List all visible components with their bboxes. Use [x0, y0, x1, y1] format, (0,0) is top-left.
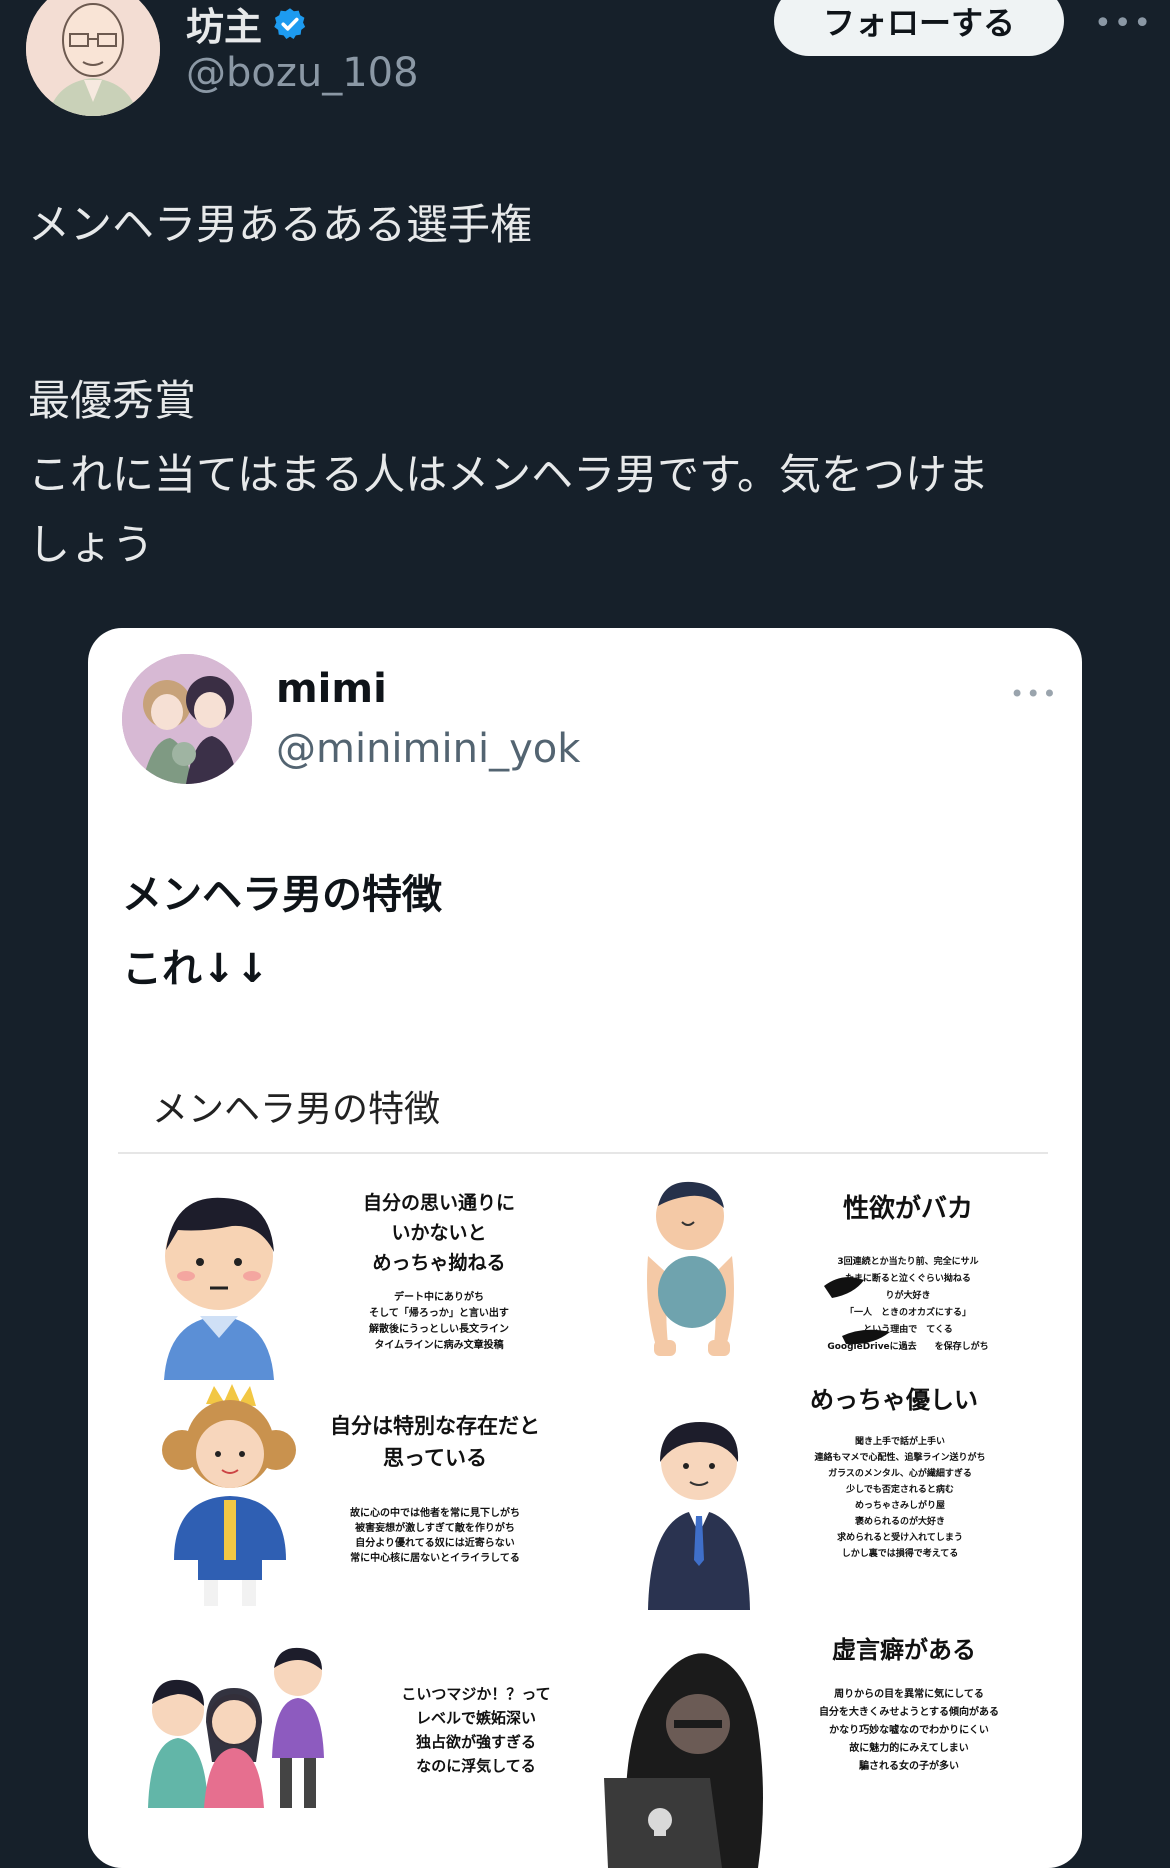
body-line: 解散後にうっとしい長文ライン: [369, 1324, 509, 1335]
quoted-text-line: メンヘラ男の特徴: [122, 872, 442, 918]
quoted-handle: @minimini_yok: [276, 726, 581, 772]
body-line: 求められると受け入れてしまう: [837, 1533, 963, 1543]
tweet-line: 最優秀賞: [28, 376, 197, 425]
body-line: 周りからの目を異常に気にしてる: [834, 1689, 984, 1700]
body-line: 少しでも否定されると病む: [846, 1485, 954, 1495]
panel-heading: めっちゃ優しい: [764, 1384, 1024, 1416]
heading-line: 自分の思い通りに: [362, 1192, 515, 1214]
body-line: デート中にありがち: [394, 1292, 484, 1303]
jealous-couple-illustration: [148, 1647, 324, 1808]
heading-line: 虚言癖がある: [832, 1636, 976, 1664]
panel-body: 聞き上手で話が上手い 連絡もマメで心配性、追撃ライン送りがち ガラスのメンタル、…: [750, 1434, 1050, 1562]
heading-line: 思っている: [383, 1446, 487, 1470]
quoted-tweet-image[interactable]: mimi @minimini_yok ••• メンヘラ男の特徴 これ↓↓ メンヘ…: [88, 628, 1082, 1868]
heading-line: 自分は特別な存在だと: [330, 1414, 540, 1438]
body-line: めっちゃさみしがり屋: [854, 1501, 945, 1511]
tweet-text: メンヘラ男あるある選手権 最優秀賞 これに当てはまる人はメンヘラ男です。気をつけ…: [28, 196, 1148, 574]
panel-kind: めっちゃ優しい 聞き上手で話が上手い 連絡もマメで心配性、追撃ライン送りがち ガ…: [644, 1380, 1064, 1610]
body-line: 褒められるのが大好き: [854, 1517, 945, 1527]
display-name[interactable]: 坊主: [186, 0, 262, 51]
panel-heading: こいつマジか！？って レベルで嫉妬深い 独占欲が強すぎる なのに浮気してる: [356, 1682, 596, 1778]
tweet-line: しょう: [28, 520, 155, 569]
heading-line: なのに浮気してる: [416, 1757, 536, 1775]
tweet-line: [28, 254, 1148, 312]
more-options-icon[interactable]: •••: [1094, 6, 1153, 41]
heading-line: 独占欲が強すぎる: [415, 1733, 536, 1751]
body-line: 自分より優れてる奴には近寄らない: [355, 1538, 515, 1549]
panel-body: デート中にありがち そして「帰ろっか」と言い出す 解散後にうっとしい長文ライン …: [304, 1290, 574, 1354]
quoted-text-line: これ↓↓: [122, 946, 270, 992]
body-line: ガラスのメンタル、心が繊細すぎる: [828, 1469, 972, 1479]
quoted-text: メンヘラ男の特徴 これ↓↓: [122, 858, 442, 1006]
panel-sulk: 自分の思い通りに いかないと めっちゃ拗ねる デート中にありがち そして「帰ろっ…: [144, 1180, 564, 1380]
body-line: 連絡もマメで心配性、追撃ライン送りがち: [814, 1453, 986, 1463]
panel-heading: 自分の思い通りに いかないと めっちゃ拗ねる: [304, 1188, 574, 1278]
panel-libido: 性欲がバカ 3回連続とか当たり前、完全にサル たまに断ると泣くぐらい拗ねる りが…: [628, 1176, 1058, 1386]
user-avatar[interactable]: [26, 0, 160, 116]
verified-badge-icon: [274, 7, 306, 39]
redaction-scribbles: [824, 1277, 890, 1345]
heading-line: レベルで嫉妬深い: [415, 1709, 536, 1727]
heading-line: めっちゃ拗ねる: [372, 1252, 506, 1274]
boy-illustration: [164, 1197, 274, 1380]
body-line: 被害妄想が激しすぎて敵を作りがち: [355, 1523, 515, 1534]
tweet-line: メンヘラ男あるある選手権: [28, 200, 533, 249]
body-line: 騙される女の子が多い: [859, 1761, 959, 1772]
follow-button[interactable]: フォローする: [774, 0, 1064, 56]
heading-line: めっちゃ優しい: [810, 1386, 978, 1414]
user-name-row[interactable]: 坊主: [186, 0, 308, 51]
body-line: かなり巧妙な嘘なのでわかりにくい: [829, 1725, 989, 1736]
panel-special: 自分は特別な存在だと 思っている 故に心の中では他者を常に見下しがち 被害妄想が…: [144, 1380, 644, 1610]
heading-line: こいつマジか！？って: [401, 1685, 551, 1703]
quoted-more-icon: •••: [1010, 680, 1059, 708]
tweet-line: これに当てはまる人はメンヘラ男です。気をつけま: [28, 450, 989, 499]
body-line: 聞き上手で話が上手い: [854, 1437, 945, 1447]
panel-liar: 虚言癖がある 周りからの目を異常に気にしてる 自分を大きくみせようとする傾向があ…: [598, 1628, 1068, 1868]
hooded-liar-illustration: [604, 1653, 763, 1868]
panel-body: 故に心の中では他者を常に見下しがち 被害妄想が激しすぎて敵を作りがち 自分より優…: [300, 1506, 570, 1566]
heading-line: いかないと: [391, 1222, 487, 1244]
quoted-display-name: mimi: [276, 666, 387, 712]
panel-body: 周りからの目を異常に気にしてる 自分を大きくみせようとする傾向がある かなり巧妙…: [764, 1686, 1054, 1776]
businessman-illustration: [648, 1422, 750, 1610]
panel-heading: 自分は特別な存在だと 思っている: [300, 1410, 570, 1474]
body-line: 常に中心核に居ないとイライラしてる: [350, 1553, 520, 1564]
divider: [118, 1152, 1048, 1154]
body-line: しかし裏では損得で考えてる: [841, 1549, 959, 1559]
prince-illustration: [162, 1384, 296, 1606]
panel-heading: 虚言癖がある: [774, 1634, 1034, 1666]
body-line: 故に魅力的にみえてしまい: [849, 1743, 969, 1754]
image-title: メンヘラ男の特徴: [152, 1089, 441, 1130]
body-line: そして「帰ろっか」と言い出す: [369, 1308, 509, 1319]
user-handle[interactable]: @bozu_108: [186, 50, 419, 96]
body-line: 故に心の中では他者を常に見下しがち: [350, 1508, 520, 1519]
quoted-user-avatar: [122, 654, 252, 784]
body-line: タイムラインに病み文章投稿: [374, 1340, 504, 1351]
panel-jealous: こいつマジか！？って レベルで嫉妬深い 独占欲が強すぎる なのに浮気してる: [138, 1638, 638, 1838]
body-line: 自分を大きくみせようとする傾向がある: [818, 1707, 1000, 1718]
